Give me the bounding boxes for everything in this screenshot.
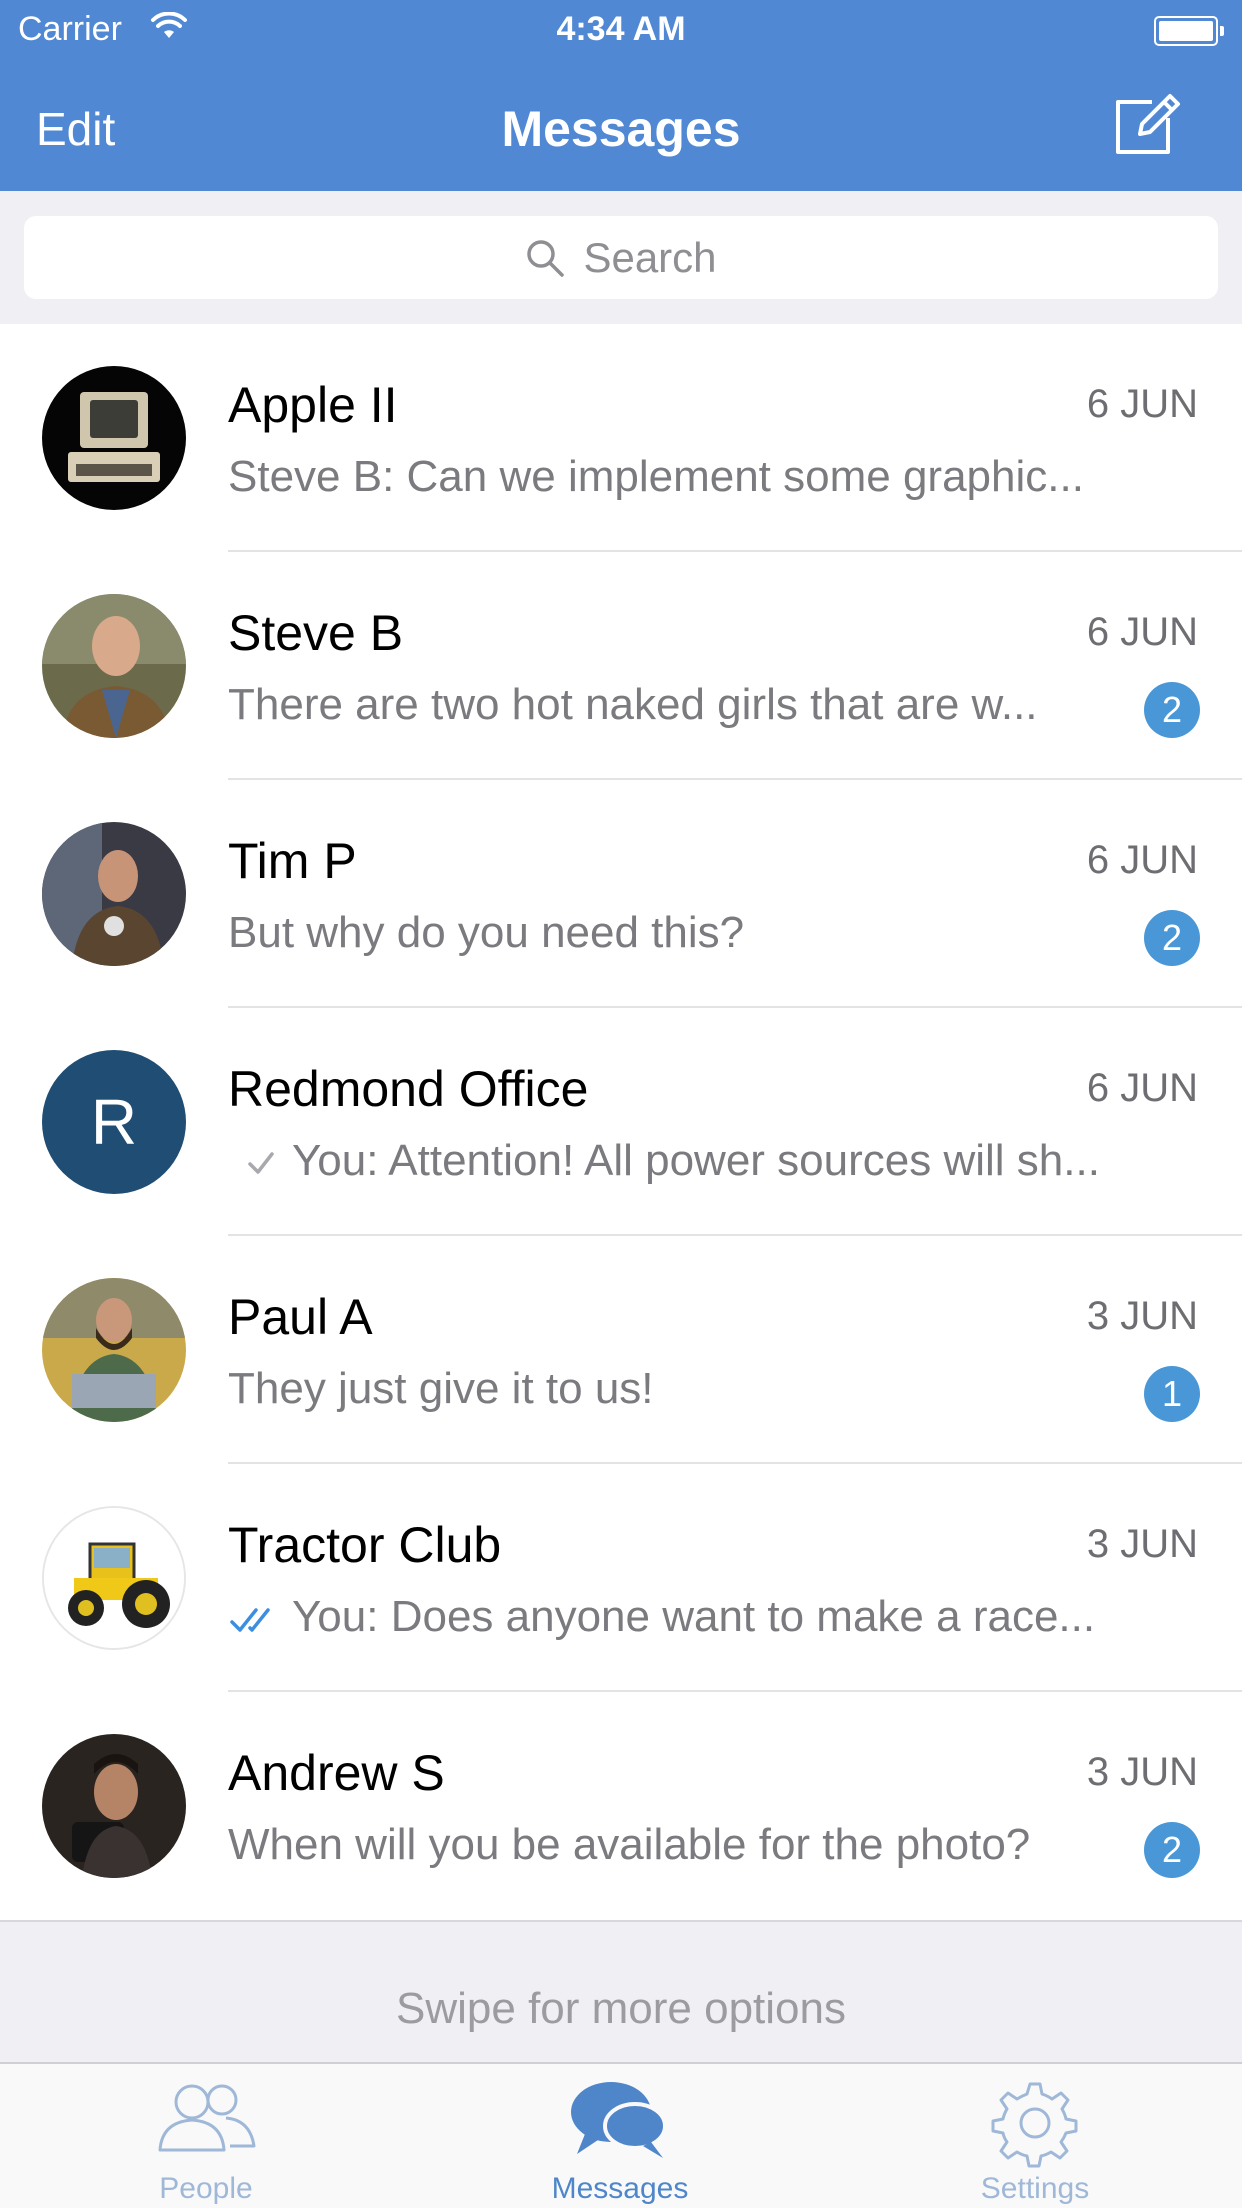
page-title: Messages <box>501 101 741 157</box>
unread-badge: 2 <box>1144 910 1200 966</box>
sent-check-icon <box>228 1142 288 1186</box>
chat-list: Apple II 6 JUN Steve B: Can we implement… <box>0 324 1242 1920</box>
read-double-check-icon <box>228 1598 288 1642</box>
search-icon <box>527 239 565 277</box>
chat-preview: You: Does anyone want to make a race... <box>292 1592 1096 1641</box>
chat-date: 6 JUN <box>1086 610 1198 654</box>
chat-date: 6 JUN <box>1086 1066 1198 1110</box>
chat-preview: Steve B: Can we implement some graphic..… <box>228 452 1084 501</box>
compose-icon[interactable] <box>1112 88 1184 160</box>
tab-label: Messages <box>551 2172 689 2205</box>
chat-name: Tractor Club <box>228 1517 502 1573</box>
chat-date: 6 JUN <box>1086 838 1198 882</box>
unread-badge: 1 <box>1144 1366 1200 1422</box>
chat-preview: But why do you need this? <box>228 908 745 957</box>
chat-preview: They just give it to us! <box>228 1364 654 1413</box>
tab-messages[interactable]: Messages <box>470 2064 770 2208</box>
search-bar: Search <box>0 191 1242 324</box>
unread-badge: 2 <box>1144 1822 1200 1878</box>
avatar <box>42 594 186 738</box>
battery-icon <box>1154 16 1224 46</box>
tab-bar: People Messages Settings <box>0 2062 1242 2208</box>
tab-label: People <box>159 2172 253 2205</box>
chat-name: Paul A <box>228 1289 373 1345</box>
chat-date: 3 JUN <box>1086 1294 1198 1338</box>
chat-row-tim-p[interactable]: Tim P 6 JUN But why do you need this? 2 <box>0 780 1242 1008</box>
swipe-hint-text: Swipe for more options <box>396 1984 846 2033</box>
chat-name: Apple II <box>228 377 398 433</box>
chat-row-andrew-s[interactable]: Andrew S 3 JUN When will you be availabl… <box>0 1692 1242 1920</box>
avatar-initial: R <box>42 1050 186 1194</box>
chat-date: 3 JUN <box>1086 1750 1198 1794</box>
settings-icon <box>885 2078 1185 2168</box>
tab-label: Settings <box>980 2172 1090 2205</box>
messages-icon <box>470 2078 770 2164</box>
chat-date: 6 JUN <box>1086 382 1198 426</box>
chat-name: Tim P <box>228 833 357 889</box>
tab-people[interactable]: People <box>56 2064 356 2208</box>
chat-row-paul-a[interactable]: Paul A 3 JUN They just give it to us! 1 <box>0 1236 1242 1464</box>
search-placeholder: Search <box>583 233 717 281</box>
status-time: 4:34 AM <box>556 10 686 48</box>
avatar <box>42 366 186 510</box>
avatar <box>42 1506 186 1650</box>
chat-name: Redmond Office <box>228 1061 589 1117</box>
chat-row-apple-ii[interactable]: Apple II 6 JUN Steve B: Can we implement… <box>0 324 1242 552</box>
status-bar: Carrier 4:34 AM <box>0 0 1242 60</box>
avatar <box>42 1734 186 1878</box>
messages-screen: Carrier 4:34 AM Edit Messages Search App… <box>0 0 1242 2208</box>
chat-row-tractor-club[interactable]: Tractor Club 3 JUN You: Does anyone want… <box>0 1464 1242 1692</box>
chat-preview: When will you be available for the photo… <box>228 1820 1031 1869</box>
avatar <box>42 822 186 966</box>
swipe-hint-area: Swipe for more options <box>0 1920 1242 2062</box>
search-input[interactable]: Search <box>24 216 1218 299</box>
chat-row-redmond-office[interactable]: R Redmond Office 6 JUN You: Attention! A… <box>0 1008 1242 1236</box>
chat-preview: You: Attention! All power sources will s… <box>292 1136 1100 1185</box>
chat-date: 3 JUN <box>1086 1522 1198 1566</box>
chat-name: Steve B <box>228 605 404 661</box>
people-icon <box>56 2078 356 2158</box>
avatar <box>42 1278 186 1422</box>
tab-settings[interactable]: Settings <box>885 2064 1185 2208</box>
chat-row-steve-b[interactable]: Steve B 6 JUN There are two hot naked gi… <box>0 552 1242 780</box>
nav-bar: Carrier 4:34 AM Edit Messages <box>0 0 1242 191</box>
unread-badge: 2 <box>1144 682 1200 738</box>
chat-name: Andrew S <box>228 1745 445 1801</box>
chat-preview: There are two hot naked girls that are w… <box>228 680 1038 729</box>
